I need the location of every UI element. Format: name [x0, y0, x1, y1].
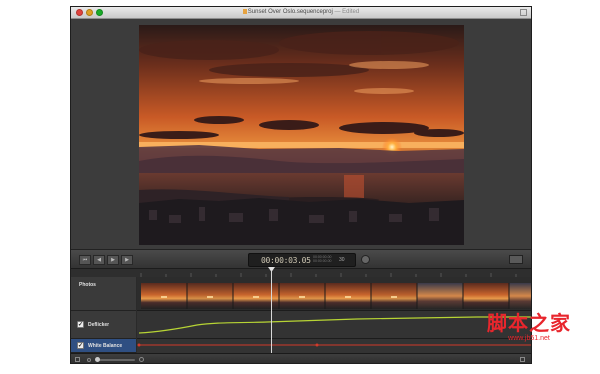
view-toggle-button[interactable]: [509, 255, 523, 264]
title-bar[interactable]: Sunset Over Oslo.sequenceproj — Edited: [71, 7, 531, 19]
zoom-slider-track[interactable]: [97, 359, 135, 361]
fullscreen-icon[interactable]: [520, 9, 527, 16]
document-icon: [242, 9, 247, 14]
timecode-sub-bottom: 00:00:00.00: [313, 259, 332, 263]
play-button[interactable]: ▶: [107, 255, 119, 265]
step-back-icon: ◀: [97, 257, 101, 263]
panel-toggle-icon[interactable]: [520, 357, 525, 362]
preview-image: [139, 25, 464, 245]
zoom-slider-knob[interactable]: [95, 357, 100, 362]
play-icon: ▶: [111, 257, 115, 263]
step-forward-icon: ▶: [125, 257, 129, 263]
white-balance-track-label: White Balance: [88, 343, 123, 349]
transport-toolbar: ⏮ ◀ ▶ ▶ 00:00:03.05 00:00:00.00 00:00:00…: [71, 249, 531, 269]
photos-filmstrip[interactable]: [137, 277, 531, 311]
window-title: Sunset Over Oslo.sequenceproj — Edited: [71, 8, 531, 17]
step-forward-button[interactable]: ▶: [121, 255, 133, 265]
deflicker-track-label: Deflicker: [88, 322, 110, 328]
step-back-button[interactable]: ◀: [93, 255, 105, 265]
deflicker-checkbox[interactable]: ✓: [77, 321, 84, 328]
watermark: 脚本之家 www.jb51.net: [474, 312, 584, 343]
timecode-display[interactable]: 00:00:03.05 00:00:00.00 00:00:00.00 30: [248, 253, 356, 267]
white-balance-graph[interactable]: [137, 339, 531, 353]
playhead[interactable]: [271, 269, 272, 353]
sidebar-toggle-icon[interactable]: [75, 357, 80, 362]
fps-value: 30: [339, 257, 345, 263]
zoom-in-icon[interactable]: [139, 357, 144, 362]
photo-viewer: [71, 19, 531, 257]
edited-status: — Edited: [334, 9, 360, 15]
skip-back-icon: ⏮: [82, 257, 88, 263]
white-balance-keyframe: [315, 343, 319, 347]
app-window: Sunset Over Oslo.sequenceproj — Edited ⏮…: [70, 6, 532, 364]
watermark-text: 脚本之家: [487, 311, 571, 335]
go-to-start-button[interactable]: ⏮: [79, 255, 91, 265]
settings-gear-icon[interactable]: [361, 255, 370, 264]
timeline-tracks: Photos ✓ Deflicker ✓ White Balance: [71, 277, 531, 353]
timecode-value: 00:00:03.05: [261, 256, 311, 265]
white-balance-keyframe: [137, 343, 141, 347]
zoom-out-icon[interactable]: [87, 358, 91, 362]
white-balance-checkbox[interactable]: ✓: [77, 342, 84, 349]
deflicker-track-header[interactable]: ✓ Deflicker: [71, 311, 136, 339]
bottom-bar: [71, 353, 531, 363]
white-balance-track-header[interactable]: ✓ White Balance: [71, 339, 136, 353]
window-title-text: Sunset Over Oslo.sequenceproj: [247, 9, 333, 15]
deflicker-graph[interactable]: [137, 311, 531, 339]
watermark-url: www.jb51.net: [508, 335, 550, 342]
photos-track-label: Photos: [79, 282, 96, 288]
photos-track-header[interactable]: Photos: [71, 277, 136, 311]
timecode-sub: 00:00:00.00 00:00:00.00: [313, 255, 332, 263]
